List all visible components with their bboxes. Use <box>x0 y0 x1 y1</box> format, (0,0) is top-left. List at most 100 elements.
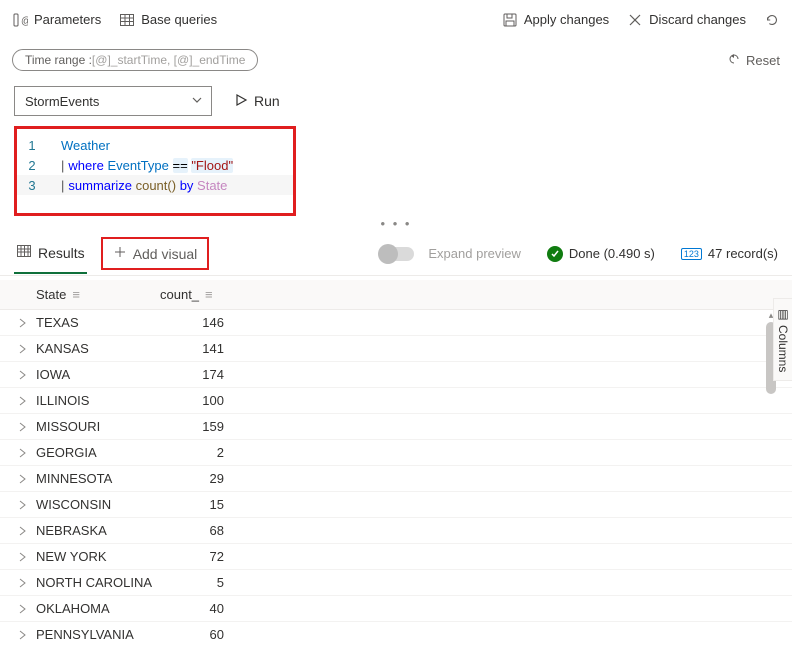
table-row[interactable]: OKLAHOMA40 <box>0 596 792 622</box>
cell-state: MINNESOTA <box>36 471 160 486</box>
table-row[interactable]: NEW YORK72 <box>0 544 792 570</box>
top-toolbar: @ Parameters Base queries Apply changes … <box>0 0 792 40</box>
table-row[interactable]: MISSOURI159 <box>0 414 792 440</box>
parameters-icon: @ <box>12 12 28 28</box>
results-table-header: State ≡ count_ ≡ <box>0 280 792 310</box>
line-number: 2 <box>17 158 47 173</box>
cell-state: NORTH CAROLINA <box>36 575 160 590</box>
time-range-prefix: Time range : <box>25 53 92 67</box>
expand-row-icon[interactable] <box>14 448 30 458</box>
refresh-icon <box>764 12 780 28</box>
save-icon <box>502 12 518 28</box>
undo-icon <box>726 51 742 70</box>
expand-row-icon[interactable] <box>14 630 30 640</box>
reset-button[interactable]: Reset <box>726 51 780 70</box>
table-row[interactable]: ILLINOIS100 <box>0 388 792 414</box>
line-number: 1 <box>17 138 47 153</box>
plus-icon <box>113 245 127 262</box>
cell-count: 174 <box>160 367 234 382</box>
grid-icon <box>16 243 32 262</box>
table-row[interactable]: IOWA174 <box>0 362 792 388</box>
cell-count: 159 <box>160 419 234 434</box>
base-queries-label: Base queries <box>141 12 217 27</box>
columns-panel-label: Columns <box>776 325 790 372</box>
expand-row-icon[interactable] <box>14 474 30 484</box>
expand-row-icon[interactable] <box>14 422 30 432</box>
cell-state: MISSOURI <box>36 419 160 434</box>
refresh-button[interactable] <box>764 12 780 28</box>
table-row[interactable]: WISCONSIN15 <box>0 492 792 518</box>
table-row[interactable]: NEBRASKA68 <box>0 518 792 544</box>
drag-handle-icon[interactable]: ≡ <box>205 287 213 302</box>
code-token: State <box>197 178 227 193</box>
line-number: 3 <box>17 178 47 193</box>
cell-count: 72 <box>160 549 234 564</box>
time-range-pill[interactable]: Time range : [@]_startTime, [@]_endTime <box>12 49 258 71</box>
apply-changes-button[interactable]: Apply changes <box>502 12 609 28</box>
number-icon: 123 <box>681 248 702 260</box>
add-visual-label: Add visual <box>133 246 198 262</box>
expand-row-icon[interactable] <box>14 552 30 562</box>
apply-changes-label: Apply changes <box>524 12 609 27</box>
cell-count: 141 <box>160 341 234 356</box>
query-status: Done (0.490 s) <box>547 246 655 262</box>
code-token: by <box>180 178 194 193</box>
code-token: Weather <box>61 138 110 153</box>
cell-state: WISCONSIN <box>36 497 160 512</box>
close-icon <box>627 12 643 28</box>
expand-preview-toggle[interactable] <box>380 247 414 261</box>
table-row[interactable]: TEXAS146 <box>0 310 792 336</box>
cell-count: 29 <box>160 471 234 486</box>
results-table-body: ▴ TEXAS146KANSAS141IOWA174ILLINOIS100MIS… <box>0 310 792 646</box>
expand-row-icon[interactable] <box>14 344 30 354</box>
columns-panel-tab[interactable]: ▥ Columns <box>773 298 792 381</box>
reset-label: Reset <box>746 53 780 68</box>
column-header-count[interactable]: count_ ≡ <box>160 287 234 302</box>
expand-row-icon[interactable] <box>14 604 30 614</box>
resize-handle[interactable]: • • • <box>0 216 792 232</box>
run-button[interactable]: Run <box>224 86 290 116</box>
add-visual-button[interactable]: Add visual <box>101 237 210 270</box>
code-token: where <box>68 158 103 173</box>
svg-text:@: @ <box>21 16 28 27</box>
status-label: Done (0.490 s) <box>569 246 655 261</box>
cell-count: 60 <box>160 627 234 642</box>
expand-row-icon[interactable] <box>14 500 30 510</box>
cell-state: KANSAS <box>36 341 160 356</box>
expand-row-icon[interactable] <box>14 526 30 536</box>
drag-handle-icon[interactable]: ≡ <box>72 287 80 302</box>
discard-changes-button[interactable]: Discard changes <box>627 12 746 28</box>
table-row[interactable]: NORTH CAROLINA5 <box>0 570 792 596</box>
discard-changes-label: Discard changes <box>649 12 746 27</box>
table-row[interactable]: MINNESOTA29 <box>0 466 792 492</box>
record-count-label: 47 record(s) <box>708 246 778 261</box>
table-row[interactable]: PENNSYLVANIA60 <box>0 622 792 646</box>
cell-state: TEXAS <box>36 315 160 330</box>
cell-count: 40 <box>160 601 234 616</box>
cell-count: 100 <box>160 393 234 408</box>
checkmark-icon <box>547 246 563 262</box>
tab-results[interactable]: Results <box>14 234 87 274</box>
parameters-button[interactable]: @ Parameters <box>12 12 101 28</box>
tab-results-label: Results <box>38 245 85 261</box>
code-token: "Flood" <box>191 158 233 173</box>
table-row[interactable]: KANSAS141 <box>0 336 792 362</box>
expand-row-icon[interactable] <box>14 396 30 406</box>
time-range-params: [@]_startTime, [@]_endTime <box>92 53 246 67</box>
expand-row-icon[interactable] <box>14 318 30 328</box>
cell-count: 15 <box>160 497 234 512</box>
time-range-row: Time range : [@]_startTime, [@]_endTime … <box>0 40 792 80</box>
cell-state: NEBRASKA <box>36 523 160 538</box>
expand-row-icon[interactable] <box>14 578 30 588</box>
table-row[interactable]: GEORGIA2 <box>0 440 792 466</box>
cell-state: IOWA <box>36 367 160 382</box>
query-editor[interactable]: 1 Weather 2 | where EventType == "Flood"… <box>14 126 296 216</box>
cell-state: GEORGIA <box>36 445 160 460</box>
cell-state: PENNSYLVANIA <box>36 627 160 642</box>
column-header-state[interactable]: State ≡ <box>36 287 160 302</box>
base-queries-button[interactable]: Base queries <box>119 12 217 28</box>
play-icon <box>234 93 248 110</box>
source-select[interactable]: StormEvents <box>14 86 212 116</box>
expand-row-icon[interactable] <box>14 370 30 380</box>
cell-count: 146 <box>160 315 234 330</box>
